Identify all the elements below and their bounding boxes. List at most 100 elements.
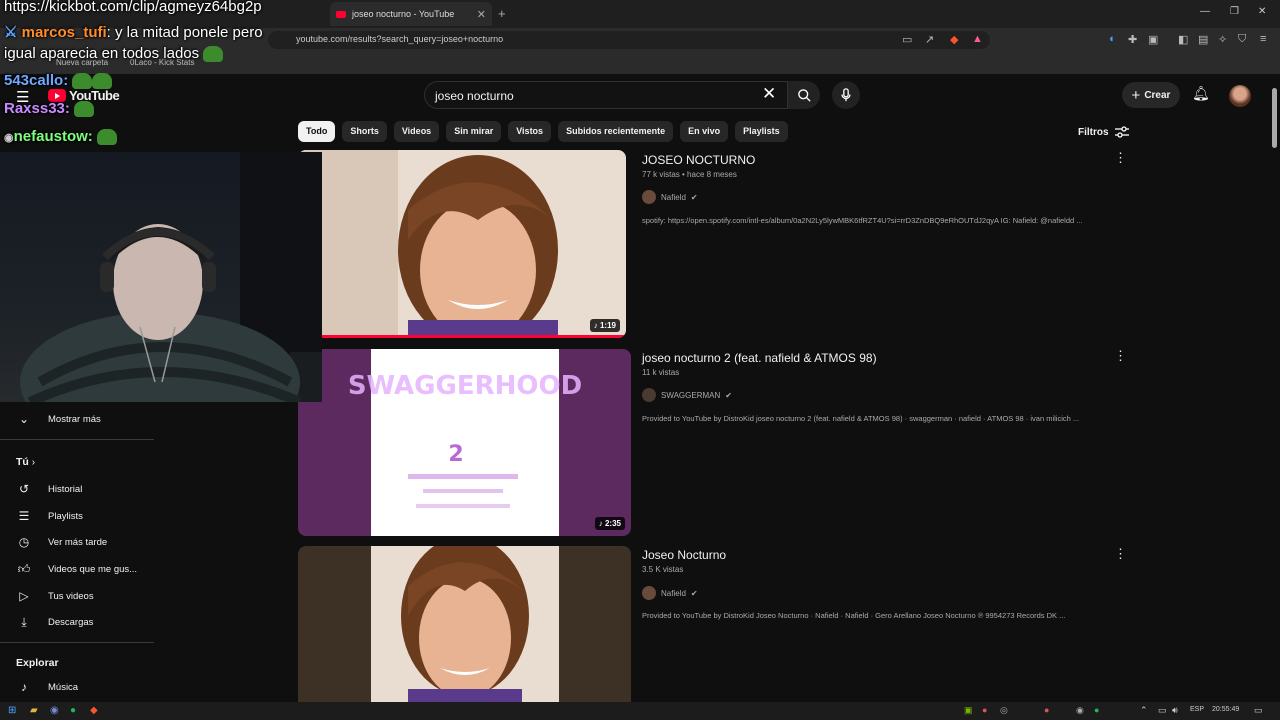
search-icon: [797, 88, 811, 102]
history-icon: ↺: [18, 482, 30, 496]
result-title[interactable]: Joseo Nocturno: [642, 548, 726, 562]
close-tab-icon[interactable]: ✕: [477, 8, 486, 21]
create-button[interactable]: + Crear: [1122, 82, 1180, 108]
language-indicator[interactable]: ESP: [1190, 706, 1204, 713]
sidebar-item-historial[interactable]: ↺ Historial: [16, 482, 82, 496]
windows-start-icon[interactable]: ⊞: [8, 705, 16, 716]
voice-search-button[interactable]: [832, 81, 860, 109]
chat-username: 543callo:: [4, 72, 69, 89]
network-icon[interactable]: ▭: [1158, 705, 1167, 716]
tab-title: joseo nocturno - YouTube: [352, 9, 455, 19]
tray-app-icon[interactable]: ◎: [1000, 705, 1008, 716]
sidebar-item-downloads[interactable]: ⤓ Descargas: [16, 615, 93, 630]
tray-chevron-icon[interactable]: ⌃: [1140, 705, 1148, 716]
cast-icon[interactable]: ▭: [902, 33, 912, 46]
search-button[interactable]: [788, 81, 820, 109]
tray-spotify-icon[interactable]: ●: [1094, 705, 1099, 715]
pepe-emote-icon: [92, 73, 113, 90]
chip-playlists[interactable]: Playlists: [735, 121, 788, 142]
address-bar[interactable]: youtube.com/results?search_query=joseo+n…: [268, 31, 990, 49]
sidebar-item-label: Tus videos: [48, 590, 94, 602]
chat-username: Raxss33:: [4, 100, 70, 117]
browser-tab[interactable]: joseo nocturno - YouTube ✕: [330, 2, 492, 26]
leo-ai-icon[interactable]: ✧: [1218, 33, 1227, 46]
chip-videos[interactable]: Videos: [393, 121, 440, 142]
video-thumbnail[interactable]: SWAGGERHOOD 2 ♪ 2:35: [298, 349, 631, 536]
close-window-icon[interactable]: ✕: [1258, 6, 1266, 17]
search-input[interactable]: joseo nocturno: [424, 81, 788, 109]
clock-text[interactable]: 20:55:49: [1212, 706, 1239, 713]
wallet-app-icon[interactable]: ▤: [1198, 33, 1208, 46]
playlist-icon: ☰: [18, 509, 30, 523]
browser-menu-icon[interactable]: ≡: [1260, 33, 1266, 45]
video-thumbnail[interactable]: [298, 546, 631, 702]
chip-shorts[interactable]: Shorts: [342, 121, 387, 142]
share-icon[interactable]: ↗: [925, 33, 934, 46]
chip-vistos[interactable]: Vistos: [508, 121, 552, 142]
spotify-icon[interactable]: ●: [70, 705, 76, 716]
chip-subidos-recientemente[interactable]: Subidos recientemente: [558, 121, 674, 142]
filter-chips: Todo Shorts Videos Sin mirar Vistos Subi…: [298, 121, 788, 142]
music-note-icon: ♪: [21, 680, 27, 694]
result-description: spotify: https://open.spotify.com/intl-e…: [642, 216, 1083, 225]
restore-icon[interactable]: ❐: [1230, 6, 1239, 17]
chat-username: marcos_tufi: [21, 24, 107, 41]
discord-icon[interactable]: ◉: [50, 705, 59, 716]
sidebar-item-label: Música: [48, 681, 79, 693]
vpn-shield-icon[interactable]: ⛉: [1238, 33, 1246, 46]
extensions-icon[interactable]: ✚: [1128, 33, 1137, 46]
download-icon: ⤓: [21, 615, 27, 629]
sidebar-you-heading[interactable]: Tú ›: [16, 456, 35, 468]
result-title[interactable]: joseo nocturno 2 (feat. nafield & ATMOS …: [642, 351, 877, 365]
tray-record-icon[interactable]: ●: [1044, 705, 1049, 715]
result-meta: 77 k vistas • hace 8 meses: [642, 170, 737, 179]
chip-todo[interactable]: Todo: [298, 121, 336, 142]
result-title[interactable]: JOSEO NOCTURNO: [642, 153, 755, 167]
chip-en-vivo[interactable]: En vivo: [680, 121, 729, 142]
more-actions-icon[interactable]: ⋮: [1114, 348, 1127, 364]
sidebar-item-music[interactable]: ♪ Música: [16, 680, 78, 694]
brave-browser-icon[interactable]: ◆: [90, 705, 98, 716]
nvidia-tray-icon[interactable]: ▣: [964, 705, 973, 716]
wallet-icon[interactable]: ▣: [1148, 33, 1158, 46]
file-explorer-icon[interactable]: ▰: [30, 705, 38, 716]
sidebar-item-playlists[interactable]: ☰ Playlists: [16, 509, 83, 523]
minimize-icon[interactable]: —: [1200, 6, 1210, 17]
sidebar-item-your-videos[interactable]: ▷ Tus videos: [16, 589, 94, 603]
badge-icon: ◉: [4, 132, 14, 144]
scrollbar-thumb[interactable]: [1272, 88, 1277, 148]
pepe-emote-icon: [203, 46, 224, 63]
pepe-emote-icon: [74, 101, 95, 118]
filters-button[interactable]: Filtros: [1078, 126, 1129, 138]
result-description: Provided to YouTube by DistroKid Joseo N…: [642, 611, 1066, 620]
tray-app-icon[interactable]: ◉: [1076, 705, 1084, 716]
chat-message-1-cont: igual aparecia en todos lados: [4, 45, 224, 63]
tray-app-icon[interactable]: ●: [982, 705, 987, 715]
sidebar-toggle-icon[interactable]: ◧: [1178, 33, 1188, 46]
more-actions-icon[interactable]: ⋮: [1114, 546, 1127, 562]
sidebar-item-watch-later[interactable]: ◷ Ver más tarde: [16, 535, 107, 549]
result-channel[interactable]: Nafield ✔︎: [642, 190, 698, 204]
new-tab-icon[interactable]: +: [498, 6, 506, 21]
sidebar-show-more[interactable]: ⌄ Mostrar más: [16, 412, 101, 426]
result-channel[interactable]: SWAGGERMAN ✔︎: [642, 388, 732, 402]
sidebar-item-label: Ver más tarde: [48, 536, 108, 548]
video-thumbnail[interactable]: ♪ 1:19: [298, 150, 626, 338]
sidebar-item-label: Videos que me gus...: [48, 564, 138, 575]
extension-audio-icon[interactable]: ◖: [1108, 33, 1115, 45]
notification-center-icon[interactable]: ▭: [1254, 705, 1263, 716]
volume-icon[interactable]: 🔊︎: [1172, 705, 1178, 716]
more-actions-icon[interactable]: ⋮: [1114, 150, 1127, 166]
brave-rewards-icon[interactable]: ▲: [972, 33, 983, 45]
result-meta: 11 k vistas: [642, 368, 680, 377]
result-channel[interactable]: Nafield ✔︎: [642, 586, 698, 600]
sidebar-item-liked[interactable]: 👍︎ Videos que me gus...: [16, 562, 137, 577]
brave-shield-icon[interactable]: ◆: [950, 33, 958, 46]
avatar[interactable]: [1229, 85, 1251, 107]
thumbnail-image: [298, 150, 626, 338]
notifications-bell-icon[interactable]: 🔔︎: [1192, 85, 1210, 102]
chip-sin-mirar[interactable]: Sin mirar: [446, 121, 502, 142]
clear-search-icon[interactable]: ✕: [762, 84, 776, 104]
svg-text:2: 2: [448, 442, 463, 467]
sidebar-divider: [0, 642, 154, 643]
